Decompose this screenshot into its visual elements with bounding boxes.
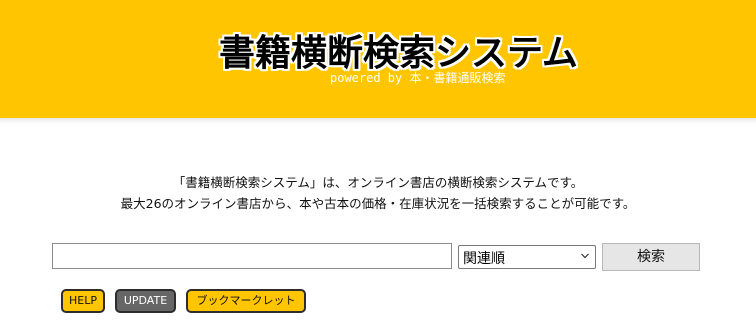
- chevron-down-icon: [581, 253, 589, 259]
- header-divider: [0, 118, 756, 124]
- header-banner: 書籍横断検索システム powered by 本・書籍通販検索: [0, 0, 756, 118]
- intro-line-2: 最大26のオンライン書店から、本や古本の価格・在庫状況を一括検索することが可能で…: [120, 196, 636, 211]
- intro-line-1: 「書籍横断検索システム」は、オンライン書店の横断検索システムです。: [172, 175, 584, 190]
- powered-by-text[interactable]: powered by 本・書籍通販検索: [330, 69, 505, 86]
- search-input[interactable]: [52, 243, 452, 269]
- update-button[interactable]: UPDATE: [115, 289, 176, 313]
- bookmarklet-button[interactable]: ブックマークレット: [186, 289, 306, 313]
- intro-text: 「書籍横断検索システム」は、オンライン書店の横断検索システムです。 最大26のオ…: [0, 172, 756, 214]
- sort-order-value: 関連順: [463, 251, 505, 267]
- sort-order-select[interactable]: 関連順: [458, 245, 596, 269]
- help-button[interactable]: HELP: [61, 289, 105, 313]
- search-button[interactable]: 検索: [602, 243, 700, 271]
